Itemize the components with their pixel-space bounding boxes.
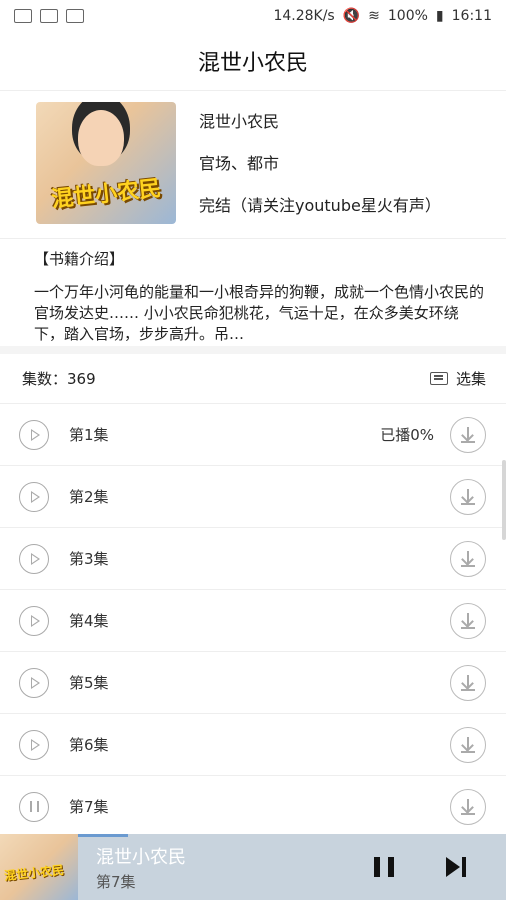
play-icon[interactable] xyxy=(19,481,49,512)
download-icon[interactable] xyxy=(450,602,486,639)
play-icon[interactable] xyxy=(19,667,49,698)
intro-text[interactable]: 一个万年小河龟的能量和一小根奇异的狗鞭，成就一个色情小农民的官场发达史…… 小小… xyxy=(34,282,486,345)
download-icon[interactable] xyxy=(450,664,486,701)
episode-row[interactable]: 第7集 xyxy=(0,776,506,838)
episode-label: 第6集 xyxy=(69,736,109,754)
episode-row[interactable]: 第2集 xyxy=(0,466,506,528)
download-base xyxy=(461,626,475,629)
download-base xyxy=(461,688,475,691)
download-arrow xyxy=(467,737,469,750)
download-arrow xyxy=(467,489,469,502)
pause-icon-bar xyxy=(388,857,394,877)
wifi-icon: ≋ xyxy=(368,8,380,24)
play-icon-glyph xyxy=(31,614,40,627)
status-bar: 14.28K/s 🔇 ≋ 100% ▮ 16:11 xyxy=(0,0,506,32)
book-status: 完结（请关注youtube星火有声） xyxy=(199,196,441,215)
download-base xyxy=(461,564,475,567)
pause-icon-bar xyxy=(374,857,380,877)
cover-portrait xyxy=(78,110,124,166)
next-button[interactable] xyxy=(446,857,470,877)
page-title: 混世小农民 xyxy=(0,32,506,91)
download-arrow xyxy=(467,799,469,812)
book-cover[interactable]: 混世小农民 xyxy=(36,102,176,224)
download-icon[interactable] xyxy=(450,788,486,825)
next-icon-bar xyxy=(462,857,466,877)
play-icon[interactable] xyxy=(19,605,49,636)
play-icon[interactable] xyxy=(19,729,49,760)
player-title: 混世小农民 xyxy=(96,847,186,868)
pause-button[interactable] xyxy=(374,857,394,877)
download-base xyxy=(461,750,475,753)
book-category: 官场、都市 xyxy=(199,154,280,173)
episode-count: 集数：369 xyxy=(22,370,96,388)
episode-row[interactable]: 第4集 xyxy=(0,590,506,652)
download-icon[interactable] xyxy=(450,478,486,515)
episode-list: 第1集 已播0% 第2集第3集第4集第5集第6集第7集 xyxy=(0,404,506,838)
image-icon xyxy=(14,9,32,23)
episode-row[interactable]: 第6集 xyxy=(0,714,506,776)
player-cover-title-art: 混世小农民 xyxy=(3,862,65,884)
download-base xyxy=(461,812,475,815)
episode-row[interactable]: 第5集 xyxy=(0,652,506,714)
play-icon[interactable] xyxy=(19,543,49,574)
clipboard-icon xyxy=(66,9,84,23)
select-episode-label: 选集 xyxy=(455,370,486,388)
episode-list-header: 集数：369 选集 xyxy=(0,354,506,404)
select-episode-button[interactable]: 选集 xyxy=(429,368,486,389)
download-base xyxy=(461,502,475,505)
book-intro: 【书籍介绍】 一个万年小河龟的能量和一小根奇异的狗鞭，成就一个色情小农民的官场发… xyxy=(0,238,506,354)
download-arrow xyxy=(467,675,469,688)
episode-label: 第3集 xyxy=(69,550,109,568)
download-arrow xyxy=(467,613,469,626)
episode-label: 第7集 xyxy=(69,798,109,816)
download-icon[interactable] xyxy=(450,726,486,763)
scrollbar[interactable] xyxy=(502,460,506,540)
player-cover[interactable]: 混世小农民 xyxy=(0,834,78,900)
episode-progress: 已播0% xyxy=(380,426,434,444)
battery-level: 100% xyxy=(387,8,428,24)
pause-icon[interactable] xyxy=(19,791,49,822)
status-left xyxy=(14,9,84,23)
download-icon[interactable] xyxy=(450,416,486,453)
battery-icon: ▮ xyxy=(435,8,444,24)
book-meta: 混世小农民 官场、都市 完结（请关注youtube星火有声） xyxy=(199,108,441,234)
episode-row[interactable]: 第3集 xyxy=(0,528,506,590)
intro-heading: 【书籍介绍】 xyxy=(34,250,125,268)
mini-player[interactable]: 混世小农民 混世小农民 第7集 xyxy=(0,834,506,900)
episode-label: 第4集 xyxy=(69,612,109,630)
episode-label: 第5集 xyxy=(69,674,109,692)
status-right: 14.28K/s 🔇 ≋ 100% ▮ 16:11 xyxy=(273,8,492,24)
play-icon-glyph xyxy=(31,490,40,503)
book-info-section: 混世小农民 混世小农民 官场、都市 完结（请关注youtube星火有声） xyxy=(0,90,506,239)
play-icon-glyph xyxy=(31,676,40,689)
episode-row[interactable]: 第1集 已播0% xyxy=(0,404,506,466)
next-icon xyxy=(446,857,460,877)
cover-title-art: 混世小农民 xyxy=(50,176,163,213)
play-icon-glyph xyxy=(31,428,40,441)
episode-label: 第2集 xyxy=(69,488,109,506)
app-notification-icon xyxy=(40,9,58,23)
download-arrow xyxy=(467,551,469,564)
play-icon-glyph xyxy=(31,552,40,565)
play-icon[interactable] xyxy=(19,419,49,450)
player-episode: 第7集 xyxy=(96,873,136,891)
download-arrow xyxy=(467,427,469,440)
mute-icon: 🔇 xyxy=(342,8,361,24)
list-icon xyxy=(429,372,448,385)
book-title: 混世小农民 xyxy=(199,112,280,131)
download-icon[interactable] xyxy=(450,540,486,577)
episode-label: 第1集 xyxy=(69,426,109,444)
pause-icon-glyph xyxy=(29,801,39,812)
play-icon-glyph xyxy=(31,738,40,751)
network-speed: 14.28K/s xyxy=(273,8,335,24)
clock: 16:11 xyxy=(451,8,492,24)
download-base xyxy=(461,440,475,443)
player-progress-bar xyxy=(78,834,128,837)
